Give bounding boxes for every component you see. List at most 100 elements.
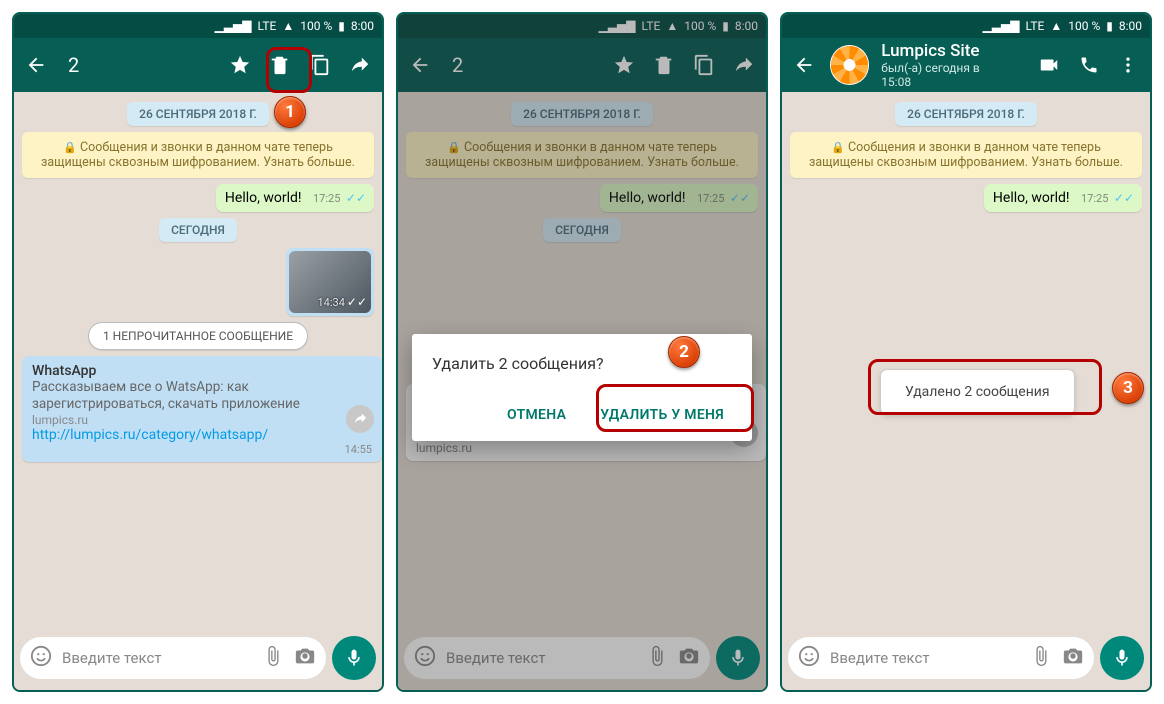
wifi-icon: ▲ bbox=[666, 19, 678, 33]
link-preview-site: lumpics.ru bbox=[32, 413, 372, 427]
clock-label: 8:00 bbox=[351, 19, 374, 33]
lock-icon: 🔒 bbox=[447, 141, 461, 154]
chat-body[interactable]: 26 СЕНТЯБРЯ 2018 Г. 🔒 Сообщения и звонки… bbox=[14, 92, 382, 630]
selection-toolbar: 2 bbox=[14, 38, 382, 92]
message-time: 17:25 bbox=[697, 192, 724, 205]
emoji-icon[interactable] bbox=[30, 645, 52, 671]
phone-screen-1: ▁▃▅▇ LTE ▲ 100 % ▮ 8:00 2 bbox=[12, 12, 384, 692]
voice-call-button[interactable] bbox=[1075, 51, 1103, 79]
attach-icon[interactable] bbox=[262, 645, 284, 671]
link-preview-desc: Рассказываем все о WatsApp: как зарегист… bbox=[32, 379, 372, 413]
star-button[interactable] bbox=[610, 51, 638, 79]
message-input[interactable]: Введите текст bbox=[404, 637, 710, 679]
input-bar: Введите текст bbox=[398, 630, 766, 690]
camera-icon[interactable] bbox=[678, 645, 700, 671]
copy-button[interactable] bbox=[690, 51, 718, 79]
date-chip: 26 СЕНТЯБРЯ 2018 Г. bbox=[895, 102, 1037, 126]
step-badge-1: 1 bbox=[274, 96, 306, 128]
callout-highlight-2 bbox=[596, 384, 754, 432]
encryption-notice: 🔒 Сообщения и звонки в данном чате тепер… bbox=[406, 132, 758, 178]
read-ticks-icon: ✓✓ bbox=[730, 191, 750, 205]
star-button[interactable] bbox=[226, 51, 254, 79]
contact-avatar[interactable] bbox=[830, 45, 870, 85]
camera-icon[interactable] bbox=[294, 645, 316, 671]
contact-info[interactable]: Lumpics Site был(-а) сегодня в 15:08 bbox=[881, 41, 1011, 89]
encryption-notice: 🔒 Сообщения и звонки в данном чате тепер… bbox=[790, 132, 1142, 178]
battery-icon: ▮ bbox=[338, 19, 345, 33]
selection-toolbar: 2 bbox=[398, 38, 766, 92]
lock-icon: 🔒 bbox=[63, 141, 77, 154]
unread-divider: 1 НЕПРОЧИТАННОЕ СООБЩЕНИЕ bbox=[88, 322, 308, 350]
encryption-notice-text: Сообщения и звонки в данном чате теперь … bbox=[809, 140, 1123, 170]
mic-button[interactable] bbox=[1100, 636, 1144, 680]
battery-label: 100 % bbox=[1068, 19, 1100, 33]
emoji-icon[interactable] bbox=[414, 645, 436, 671]
battery-label: 100 % bbox=[300, 19, 332, 33]
signal-icon: ▁▃▅▇ bbox=[599, 19, 636, 33]
input-bar: Введите текст bbox=[14, 630, 382, 690]
input-placeholder: Введите текст bbox=[62, 649, 162, 667]
chat-toolbar: Lumpics Site был(-а) сегодня в 15:08 bbox=[782, 38, 1150, 92]
message-time: 17:25 bbox=[313, 192, 340, 205]
date-chip: 26 СЕНТЯБРЯ 2018 Г. bbox=[127, 102, 269, 126]
link-preview-url[interactable]: http://lumpics.ru/category/whatsapp/ bbox=[32, 427, 372, 443]
battery-icon: ▮ bbox=[1106, 19, 1113, 33]
menu-button[interactable] bbox=[1114, 51, 1142, 79]
message-out-hello[interactable]: Hello, world! 17:25 ✓✓ bbox=[216, 184, 374, 212]
message-text: Hello, world! bbox=[225, 190, 302, 206]
mic-button[interactable] bbox=[332, 636, 376, 680]
lte-label: LTE bbox=[642, 19, 661, 33]
wifi-icon: ▲ bbox=[282, 19, 294, 33]
forward-button[interactable] bbox=[730, 51, 758, 79]
message-input[interactable]: Введите текст bbox=[788, 637, 1094, 679]
message-text: Hello, world! bbox=[993, 190, 1070, 206]
forward-badge-icon[interactable] bbox=[346, 405, 374, 433]
mic-button[interactable] bbox=[716, 636, 760, 680]
status-bar: ▁▃▅▇ LTE ▲ 100 % ▮ 8:00 bbox=[14, 14, 382, 38]
read-ticks-icon: ✓✓ bbox=[346, 191, 366, 205]
lte-label: LTE bbox=[258, 19, 277, 33]
phone-screen-2: ▁▃▅▇ LTE ▲ 100 % ▮ 8:00 2 bbox=[396, 12, 768, 692]
message-out-hello[interactable]: Hello, world! 17:25 ✓✓ bbox=[600, 184, 758, 212]
date-chip: 26 СЕНТЯБРЯ 2018 Г. bbox=[511, 102, 653, 126]
image-thumbnail[interactable]: 14:34 ✓✓ bbox=[289, 251, 371, 313]
camera-icon[interactable] bbox=[1062, 645, 1084, 671]
back-button[interactable] bbox=[22, 51, 50, 79]
attach-icon[interactable] bbox=[1030, 645, 1052, 671]
input-placeholder: Введите текст bbox=[446, 649, 546, 667]
message-input[interactable]: Введите текст bbox=[20, 637, 326, 679]
message-out-image[interactable]: 14:34 ✓✓ bbox=[286, 248, 374, 316]
read-ticks-icon: ✓✓ bbox=[347, 295, 367, 309]
battery-icon: ▮ bbox=[722, 19, 729, 33]
status-bar: ▁▃▅▇ LTE ▲ 100 % ▮ 8:00 bbox=[398, 14, 766, 38]
encryption-notice-text: Сообщения и звонки в данном чате теперь … bbox=[41, 140, 355, 170]
video-call-button[interactable] bbox=[1035, 51, 1063, 79]
back-button[interactable] bbox=[790, 51, 818, 79]
today-chip: СЕГОДНЯ bbox=[159, 218, 237, 242]
input-bar: Введите текст bbox=[782, 630, 1150, 690]
lock-icon: 🔒 bbox=[831, 141, 845, 154]
emoji-icon[interactable] bbox=[798, 645, 820, 671]
attach-icon[interactable] bbox=[646, 645, 668, 671]
battery-label: 100 % bbox=[684, 19, 716, 33]
message-time: 14:55 bbox=[32, 443, 372, 456]
status-bar: ▁▃▅▇ LTE ▲ 100 % ▮ 8:00 bbox=[782, 14, 1150, 38]
message-in-link[interactable]: WhatsApp Рассказываем все о WatsApp: как… bbox=[22, 356, 382, 462]
selection-count: 2 bbox=[68, 53, 79, 77]
message-out-hello[interactable]: Hello, world! 17:25 ✓✓ bbox=[984, 184, 1142, 212]
delete-button[interactable] bbox=[650, 51, 678, 79]
signal-icon: ▁▃▅▇ bbox=[983, 19, 1020, 33]
callout-highlight-1 bbox=[266, 47, 312, 93]
forward-button[interactable] bbox=[346, 51, 374, 79]
link-preview-title: WhatsApp bbox=[32, 363, 372, 379]
clock-label: 8:00 bbox=[735, 19, 758, 33]
clock-label: 8:00 bbox=[1119, 19, 1142, 33]
step-badge-2: 2 bbox=[668, 336, 700, 368]
phone-screen-3: ▁▃▅▇ LTE ▲ 100 % ▮ 8:00 Lumpics Site был… bbox=[780, 12, 1152, 692]
back-button[interactable] bbox=[406, 51, 434, 79]
link-preview-site: lumpics.ru bbox=[416, 441, 756, 455]
encryption-notice-text: Сообщения и звонки в данном чате теперь … bbox=[425, 140, 739, 170]
contact-status: был(-а) сегодня в 15:08 bbox=[881, 61, 1011, 89]
dialog-cancel-button[interactable]: ОТМЕНА bbox=[499, 399, 574, 431]
today-chip: СЕГОДНЯ bbox=[543, 218, 621, 242]
